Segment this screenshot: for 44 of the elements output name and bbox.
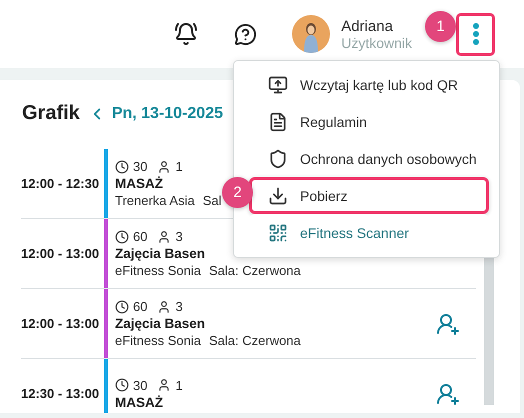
- person-icon: [157, 160, 172, 174]
- class-time: 12:00 - 13:00: [21, 316, 100, 331]
- user-role: Użytkownik: [341, 34, 412, 50]
- person-icon: [157, 378, 172, 392]
- person-icon: [157, 300, 172, 314]
- class-name: MASAŻ: [115, 394, 164, 410]
- class-duration: 60: [133, 229, 148, 244]
- class-duration: 30: [133, 159, 148, 174]
- clock-icon: [115, 160, 129, 174]
- class-time: 12:00 - 12:30: [21, 176, 100, 191]
- clock-icon: [115, 230, 129, 244]
- class-trainer: eFitness Sonia: [115, 263, 201, 278]
- date-selector[interactable]: Pn, 13-10-2025: [112, 104, 223, 122]
- class-room: Sala: Czerwona: [209, 333, 301, 348]
- class-duration: 30: [133, 378, 148, 392]
- class-name: Zajęcia Basen: [115, 316, 206, 331]
- help-icon[interactable]: [234, 22, 258, 46]
- class-room: Sal: [202, 193, 222, 208]
- class-trainer: eFitness Sonia: [115, 333, 201, 348]
- qr-code-icon: [268, 222, 288, 243]
- person-icon: [157, 230, 172, 244]
- class-room: Sala: Czerwona: [209, 263, 301, 278]
- class-participants: 3: [175, 299, 183, 314]
- class-name: Zajęcia Basen: [115, 246, 206, 261]
- class-trainer: Trenerka Asia: [115, 193, 195, 208]
- document-icon: [268, 112, 288, 132]
- schedule-title: Grafik: [22, 102, 80, 125]
- class-name: MASAŻ: [115, 176, 164, 191]
- class-participants: 3: [175, 229, 183, 244]
- more-icon: [472, 23, 478, 45]
- class-participants: 1: [175, 378, 183, 392]
- shield-icon: [268, 148, 288, 169]
- card-upload-icon: [268, 75, 288, 96]
- class-time: 12:00 - 13:00: [21, 246, 100, 261]
- class-time: 12:30 - 13:00: [21, 386, 100, 401]
- user-name: Adriana: [341, 18, 394, 34]
- class-duration: 60: [133, 299, 148, 314]
- menu-item[interactable]: Pobierz: [249, 177, 489, 214]
- clock-icon: [115, 300, 129, 314]
- more-menu-button[interactable]: [456, 12, 495, 56]
- download-icon: [268, 186, 288, 206]
- clock-icon: [115, 378, 129, 392]
- notification-bell-icon[interactable]: [174, 22, 198, 46]
- class-participants: 1: [175, 159, 183, 174]
